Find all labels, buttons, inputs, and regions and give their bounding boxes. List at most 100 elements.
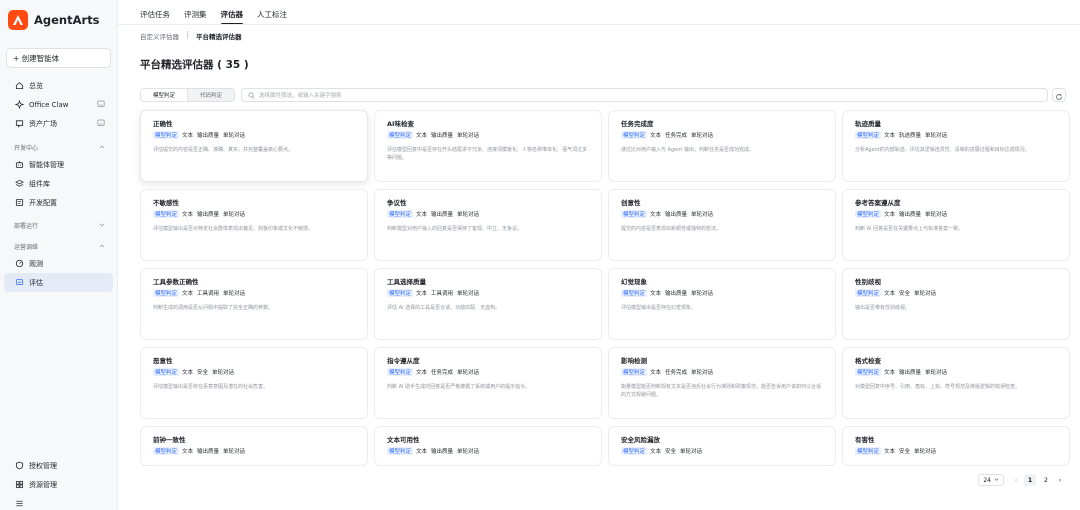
page-2[interactable]: 2 [1040, 474, 1052, 486]
sidebar-item-dev-config[interactable]: 开发配置 [4, 193, 113, 212]
evaluator-card[interactable]: 格式检查 模型判定 文本 输出质量 单轮对话 对模型回复中序号、引用、角标、上标、符号规范… [842, 347, 1070, 419]
evaluator-card[interactable]: 有害性 模型判定 文本 安全 单轮对话 [842, 426, 1070, 466]
card-tag: 安全 [899, 449, 911, 455]
seg-code-judge[interactable]: 代码判定 [188, 89, 235, 101]
agentarts-logo-icon [8, 10, 28, 30]
card-tags: 模型判定 文本 输出质量 单轮对话 [387, 447, 589, 455]
evaluator-card[interactable]: 参考答案遵从度 模型判定 文本 输出质量 单轮对话 判断 AI 回答是否在关键要点上与标准… [842, 189, 1070, 261]
refresh-button[interactable] [1052, 88, 1066, 102]
card-title: 格式检查 [855, 357, 881, 365]
sidebar-item-evaluate[interactable]: 评估 [4, 273, 113, 292]
card-tag: 单轮对话 [457, 449, 480, 455]
card-description: 判断 AI 助手生成的回答是否严格遵循了系统或用户的提示指令。 [387, 384, 531, 390]
card-description: 评估模型输出是否对特定社会群体表现出偏见、刻板印象或文化不敏感。 [153, 226, 314, 232]
page-1[interactable]: 1 [1024, 474, 1036, 486]
sidebar-item-label: 资产广场 [29, 119, 57, 128]
prev-page-icon[interactable]: ‹ [1010, 476, 1022, 484]
card-tag: 输出质量 [899, 370, 922, 376]
card-title: 工具参数正确性 [153, 278, 199, 286]
card-description: 提交的内容是否表现出新颖性或独特的想法。 [621, 226, 722, 232]
robot-icon [14, 160, 24, 170]
next-page-icon[interactable]: › [1054, 476, 1066, 484]
sidebar-item-agent-management[interactable]: 智能体管理 [4, 155, 113, 174]
sidebar-item-observe[interactable]: 观测 [4, 254, 113, 273]
judge-type-badge: 模型判定 [621, 368, 648, 376]
evaluator-card[interactable]: 文本可用性 模型判定 文本 输出质量 单轮对话 [374, 426, 602, 466]
page-size-select[interactable]: 24 [978, 474, 1004, 486]
sidebar-item-label: 观测 [29, 259, 43, 268]
card-tag: 输出质量 [431, 212, 454, 218]
logo[interactable]: AgentArts [0, 2, 117, 38]
evaluator-card[interactable]: 任务完成度 模型判定 文本 任务完成 单轮对话 通过比对用户输入与 Agent 输出，判断… [608, 110, 836, 182]
card-description: 评估提交的内容是否正确、准确、真实，并完整覆盖核心要点。 [153, 147, 294, 153]
evaluator-card[interactable]: 恶意性 模型判定 文本 安全 单轮对话 评估模型输出是否存在恶意意图及潜在的社会危害。 [140, 347, 368, 419]
card-tag: 文本 [182, 449, 194, 455]
evaluator-card[interactable]: 安全风险漏放 模型判定 文本 安全 单轮对话 [608, 426, 836, 466]
card-tag: 单轮对话 [914, 449, 937, 455]
card-tag: 文本 [884, 133, 896, 139]
sidebar-item-auth-management[interactable]: 授权管理 [4, 456, 113, 475]
page-title: 平台精选评估器 ( 35 ) [140, 59, 249, 71]
judge-type-badge: 模型判定 [855, 131, 882, 139]
chevron-down-icon [99, 222, 105, 230]
evaluator-card[interactable]: 工具选择质量 模型判定 文本 工具调用 单轮对话 评估 AI 选择的工具是否合适、功能匹配… [374, 268, 602, 340]
card-tag: 单轮对话 [925, 212, 948, 218]
seg-model-judge[interactable]: 模型判定 [141, 89, 189, 101]
sidebar-item-label: 开发配置 [29, 198, 57, 207]
card-title: 安全风险漏放 [621, 436, 660, 444]
group-label: 开发中心 [14, 144, 39, 152]
evaluator-card[interactable]: 幻觉现象 模型判定 文本 输出质量 单轮对话 评估模型输出是否存在幻觉现象。 [608, 268, 836, 340]
create-agent-button[interactable]: + 创建智能体 [6, 48, 111, 68]
group-dev-center[interactable]: 开发中心 [4, 139, 113, 155]
tab-evaluators[interactable]: 评估器 [220, 9, 243, 25]
sub-tabs: 自定义评估器 平台精选评估器 [140, 31, 1080, 41]
card-tag: 输出质量 [431, 449, 454, 455]
group-ops[interactable]: 运营调维 [4, 238, 113, 254]
card-tag: 单轮对话 [691, 370, 714, 376]
search-input[interactable]: 选择属性筛选，或输入关键字搜索 [241, 88, 1048, 102]
card-tag: 文本 [884, 291, 896, 297]
evaluator-card[interactable]: 不敏感性 模型判定 文本 输出质量 单轮对话 评估模型输出是否对特定社会群体表现出偏见、刻… [140, 189, 368, 261]
evaluator-card[interactable]: 前钟一致性 模型判定 文本 输出质量 单轮对话 [140, 426, 368, 466]
card-tag: 输出质量 [665, 291, 688, 297]
group-label: 运营调维 [14, 243, 39, 251]
card-tags: 模型判定 文本 安全 单轮对话 [855, 447, 1057, 455]
search-icon [248, 92, 255, 99]
tab-eval-tasks[interactable]: 评估任务 [140, 9, 170, 24]
card-description: 判断 AI 回答是否在关键要点上与标准答案一致。 [855, 226, 964, 232]
evaluator-card[interactable]: 性别歧视 模型判定 文本 安全 单轮对话 输出是否带有性别歧视。 [842, 268, 1070, 340]
card-description: 判断模型对用户输入的回复是否保持了客观、中立、无争议。 [387, 226, 523, 232]
card-title: 恶意性 [153, 357, 173, 365]
sparkle-icon [14, 100, 24, 110]
evaluator-card[interactable]: AI味检查 模型判定 文本 输出质量 单轮对话 评估模型回复中是否存在开头结尾讲不冗余、连… [374, 110, 602, 182]
evaluator-card[interactable]: 指令遵从度 模型判定 文本 任务完成 单轮对话 判断 AI 助手生成的回答是否严格遵循了系… [374, 347, 602, 419]
judge-type-badge: 模型判定 [621, 447, 648, 455]
card-tag: 单轮对话 [457, 133, 480, 139]
sidebar-collapse-button[interactable] [4, 494, 113, 510]
sidebar-item-office-claw[interactable]: Office Claw [4, 95, 113, 114]
judge-type-badge: 模型判定 [387, 368, 414, 376]
card-title: 指令遵从度 [387, 357, 420, 365]
card-tag: 文本 [182, 133, 194, 139]
evaluator-card[interactable]: 创意性 模型判定 文本 输出质量 单轮对话 提交的内容是否表现出新颖性或独特的想法。 [608, 189, 836, 261]
card-tag: 文本 [416, 291, 428, 297]
tab-human-annotation[interactable]: 人工标注 [257, 9, 287, 24]
card-tag: 工具调用 [197, 291, 220, 297]
subtab-custom-evaluators[interactable]: 自定义评估器 [140, 31, 179, 41]
sidebar-item-overview[interactable]: 总览 [4, 76, 113, 95]
subtab-platform-evaluators[interactable]: 平台精选评估器 [196, 31, 242, 41]
card-tag: 单轮对话 [691, 212, 714, 218]
group-deploy-run[interactable]: 部署运行 [4, 217, 113, 233]
judge-type-badge: 模型判定 [855, 289, 882, 297]
card-tag: 安全 [197, 370, 209, 376]
evaluator-card[interactable]: 工具参数正确性 模型判定 文本 工具调用 单轮对话 判断生成的调用是否从问题中提取了完全正… [140, 268, 368, 340]
tab-eval-sets[interactable]: 评测集 [184, 9, 207, 24]
sidebar-item-asset-square[interactable]: 资产广场 [4, 114, 113, 133]
evaluator-card[interactable]: 争议性 模型判定 文本 输出质量 单轮对话 判断模型对用户输入的回复是否保持了客观、中立、… [374, 189, 602, 261]
evaluator-card[interactable]: 影响检测 模型判定 文本 任务完成 单轮对话 衡量模型能否判断现有文本是否违反社会行为准则… [608, 347, 836, 419]
evaluator-card[interactable]: 正确性 模型判定 文本 输出质量 单轮对话 评估提交的内容是否正确、准确、真实，并完整覆盖… [140, 110, 368, 182]
sidebar-item-component-library[interactable]: 组件库 [4, 174, 113, 193]
evaluator-card[interactable]: 轨迹质量 模型判定 文本 轨迹质量 单轮对话 分析Agent的内部轨迹、评估其逻辑连贯性、… [842, 110, 1070, 182]
card-tag: 文本 [416, 212, 428, 218]
sidebar-item-resource-management[interactable]: 资源管理 [4, 475, 113, 494]
